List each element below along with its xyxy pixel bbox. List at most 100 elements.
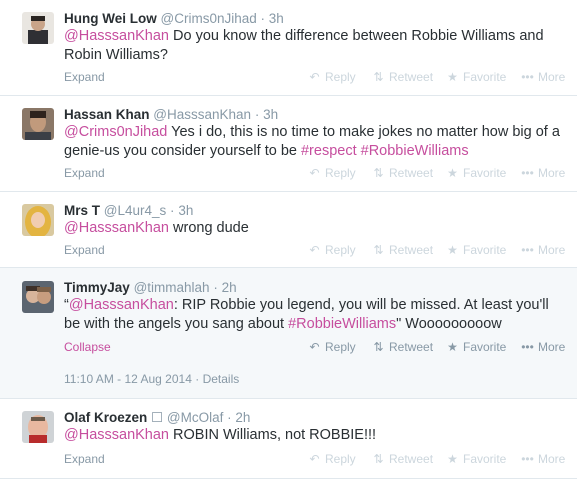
- star-icon: ★: [447, 243, 458, 257]
- favorite-button[interactable]: ★ Favorite: [446, 243, 506, 257]
- tweet-actions: Expand ↶ Reply ⇅ Retweet ★ Favorite ••• More: [64, 70, 577, 85]
- retweet-button[interactable]: ⇅ Retweet: [372, 452, 433, 466]
- retweet-button[interactable]: ⇅ Retweet: [372, 70, 433, 84]
- favorite-button[interactable]: ★ Favorite: [446, 340, 506, 354]
- hashtag-link[interactable]: #RobbieWilliams: [361, 143, 469, 159]
- tweet-fullname[interactable]: TimmyJay: [64, 280, 130, 295]
- tweet-username[interactable]: @McOlaf: [167, 410, 223, 425]
- separator-dot: ·: [213, 280, 218, 295]
- tweet-timestamp[interactable]: 11:10 AM - 12 Aug 2014: [64, 372, 192, 386]
- tweet-fullname[interactable]: Mrs T: [64, 203, 100, 218]
- avatar[interactable]: [22, 12, 54, 44]
- avatar[interactable]: [22, 204, 54, 236]
- reply-arrow-icon: ↶: [309, 243, 320, 257]
- tweet[interactable]: Hassan Khan @HasssanKhan · 3h @Crims0nJi…: [0, 96, 577, 192]
- tweet-username[interactable]: @HasssanKhan: [153, 107, 251, 122]
- mention-link[interactable]: @Crims0nJihad: [64, 124, 167, 140]
- tweet[interactable]: Mrs T @L4ur4_s · 3h @HasssanKhan wrong d…: [0, 192, 577, 268]
- reply-arrow-icon: ↶: [309, 70, 320, 84]
- tweet-actions: Collapse ↶ Reply ⇅ Retweet ★ Favorite ••• Mo…: [64, 340, 577, 355]
- hashtag-link[interactable]: #RobbieWilliams: [288, 316, 396, 332]
- reply-button[interactable]: ↶ Reply: [308, 70, 355, 84]
- reply-label: Reply: [325, 452, 356, 466]
- retweet-label: Retweet: [389, 452, 434, 466]
- tweet-time[interactable]: 2h: [235, 410, 250, 425]
- ellipsis-icon: •••: [521, 70, 534, 84]
- more-button[interactable]: ••• More: [521, 243, 565, 257]
- tweet-fullname[interactable]: Olaf Kroezen: [64, 410, 147, 425]
- ellipsis-icon: •••: [521, 166, 534, 180]
- more-button[interactable]: ••• More: [521, 166, 565, 180]
- reply-label: Reply: [325, 166, 356, 180]
- mention-link[interactable]: @HasssanKhan: [64, 28, 169, 44]
- tweet-fullname[interactable]: Hassan Khan: [64, 107, 150, 122]
- hashtag-link[interactable]: #respect: [301, 143, 357, 159]
- mention-link[interactable]: @HasssanKhan: [69, 297, 174, 313]
- more-button[interactable]: ••• More: [521, 452, 565, 466]
- avatar[interactable]: [22, 108, 54, 140]
- tweet-actions: Expand ↶ Reply ⇅ Retweet ★ Favorite ••• More: [64, 243, 577, 258]
- ellipsis-icon: •••: [521, 452, 534, 466]
- tweet-fullname[interactable]: Hung Wei Low: [64, 11, 157, 26]
- retweet-label: Retweet: [389, 243, 434, 257]
- details-link[interactable]: Details: [203, 372, 240, 386]
- more-button[interactable]: ••• More: [521, 70, 565, 84]
- favorite-button[interactable]: ★ Favorite: [446, 70, 506, 84]
- separator-dot: ·: [260, 11, 266, 26]
- reply-button[interactable]: ↶ Reply: [308, 452, 356, 466]
- tweet-username[interactable]: @L4ur4_s: [104, 203, 167, 218]
- retweet-label: Retweet: [389, 166, 434, 180]
- separator-dot: ·: [254, 107, 260, 122]
- favorite-button[interactable]: ★ Favorite: [446, 166, 506, 180]
- reply-arrow-icon: ↶: [309, 340, 320, 354]
- tweet[interactable]: Olaf Kroezen ☐ @McOlaf · 2h @HasssanKhan…: [0, 399, 577, 479]
- favorite-label: Favorite: [463, 243, 507, 257]
- expand-link[interactable]: Expand: [64, 70, 105, 84]
- tweet-feed: Hung Wei Low @Crims0nJihad · 3h @Hasssan…: [0, 0, 577, 482]
- tweet-time[interactable]: 3h: [269, 11, 284, 26]
- expand-link[interactable]: Expand: [64, 166, 105, 180]
- tweet-expanded[interactable]: TimmyJay @timmahlah · 2h “@HasssanKhan: …: [0, 268, 577, 399]
- mention-link[interactable]: @HasssanKhan: [64, 220, 169, 236]
- tweet-time[interactable]: 3h: [263, 107, 278, 122]
- reply-button[interactable]: ↶ Reply: [308, 340, 355, 354]
- avatar[interactable]: [22, 281, 54, 313]
- retweet-arrows-icon: ⇅: [373, 166, 384, 180]
- retweet-button[interactable]: ⇅ Retweet: [372, 243, 433, 257]
- more-label: More: [538, 340, 566, 354]
- reply-button[interactable]: ↶ Reply: [308, 243, 356, 257]
- star-icon: ★: [447, 452, 458, 466]
- more-label: More: [538, 243, 566, 257]
- favorite-label: Favorite: [463, 340, 507, 354]
- star-icon: ★: [447, 166, 458, 180]
- collapse-link[interactable]: Collapse: [64, 340, 111, 354]
- reply-label: Reply: [325, 243, 356, 257]
- mention-link[interactable]: @HasssanKhan: [64, 427, 169, 443]
- tweet-username[interactable]: @Crims0nJihad: [161, 11, 257, 26]
- ellipsis-icon: •••: [521, 243, 534, 257]
- retweet-arrows-icon: ⇅: [373, 452, 384, 466]
- star-icon: ★: [447, 70, 458, 84]
- avatar[interactable]: [22, 411, 54, 443]
- tweet[interactable]: Hung Wei Low @Crims0nJihad · 3h @Hasssan…: [0, 0, 577, 96]
- more-button[interactable]: ••• More: [521, 340, 565, 354]
- expand-link[interactable]: Expand: [64, 243, 105, 257]
- retweet-button[interactable]: ⇅ Retweet: [372, 166, 433, 180]
- reply-button[interactable]: ↶ Reply: [308, 166, 356, 180]
- favorite-button[interactable]: ★ Favorite: [446, 452, 506, 466]
- more-label: More: [538, 166, 566, 180]
- favorite-label: Favorite: [463, 452, 507, 466]
- expand-link[interactable]: Expand: [64, 452, 105, 466]
- separator-dot: ·: [195, 372, 200, 386]
- retweet-button[interactable]: ⇅ Retweet: [372, 340, 433, 354]
- tweet-actions: Expand ↶ Reply ⇅ Retweet ★ Favorite ••• More: [64, 452, 577, 467]
- tweet-time[interactable]: 3h: [178, 203, 193, 218]
- tweet-meta: 11:10 AM - 12 Aug 2014 · Details: [64, 372, 239, 386]
- retweet-label: Retweet: [389, 70, 434, 84]
- ellipsis-icon: •••: [521, 340, 534, 354]
- retweet-arrows-icon: ⇅: [373, 243, 384, 257]
- tweet-time[interactable]: 2h: [222, 280, 237, 295]
- tweet-username[interactable]: @timmahlah: [134, 280, 210, 295]
- verified-badge-icon: ☐: [151, 410, 164, 425]
- tweet-text: @HasssanKhan Do you know the difference …: [64, 27, 564, 65]
